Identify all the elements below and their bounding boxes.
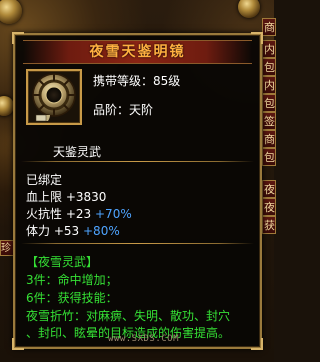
item-tooltip: 夜雪天鉴明镜 携带等级：85级 品阶：天阶 天鉴灵武 已绑定 血上限 +3830… (12, 32, 263, 350)
mirror-item-icon (32, 73, 76, 122)
side-tab[interactable]: 包 (262, 94, 276, 112)
carry-level: 携带等级：85级 (93, 74, 181, 88)
stat-hp: 血上限 +3830 (26, 188, 106, 205)
stat-bonus: +80% (83, 224, 120, 238)
stat-value: +23 (65, 207, 92, 221)
side-tab[interactable]: 包 (262, 58, 276, 76)
stat-fire-resist: 火抗性 +23 +70% (26, 205, 132, 222)
set-bonus-6: 6件：获得技能： (26, 291, 118, 305)
stat-bonus: +70% (95, 207, 132, 221)
side-tab[interactable]: 内 (262, 40, 276, 58)
stat-label: 血上限 (26, 190, 63, 204)
set-header: 【夜雪灵武】 (26, 255, 99, 269)
title-bar: 夜雪天鉴明镜 (23, 40, 252, 64)
item-title: 夜雪天鉴明镜 (89, 44, 186, 60)
bound-status: 已绑定 (26, 173, 63, 187)
item-icon-frame[interactable] (26, 69, 82, 125)
site-watermark: www.SXDS.COM (108, 334, 180, 344)
item-name: 天鉴灵武 (52, 145, 101, 159)
side-tab[interactable]: 夜 (262, 198, 276, 216)
set-bonus-3: 3件：命中增加； (26, 273, 118, 287)
side-tab[interactable]: 内 (262, 76, 276, 94)
divider (21, 161, 254, 162)
side-tab[interactable]: 商 (262, 18, 276, 36)
item-grade: 品阶：天阶 (93, 103, 154, 117)
stat-label: 火抗性 (26, 207, 63, 221)
side-tab[interactable]: 夜 (262, 180, 276, 198)
side-tab[interactable]: 签 (262, 112, 276, 130)
stat-value: +3830 (65, 190, 107, 204)
frame-corner (251, 32, 263, 44)
side-tab[interactable]: 包 (262, 148, 276, 166)
side-tab[interactable]: 获 (262, 216, 276, 234)
side-tab[interactable]: 商 (262, 130, 276, 148)
stat-label: 体力 (26, 224, 51, 238)
divider (21, 243, 254, 244)
frame-corner (251, 338, 263, 350)
frame-corner (12, 338, 24, 350)
set-skill-desc: 夜雪折竹：对麻痹、失明、散功、封穴 (26, 309, 231, 323)
stat-value: +53 (53, 224, 80, 238)
left-tab[interactable]: 珍 (0, 240, 14, 256)
stat-stamina: 体力 +53 +80% (26, 222, 120, 239)
